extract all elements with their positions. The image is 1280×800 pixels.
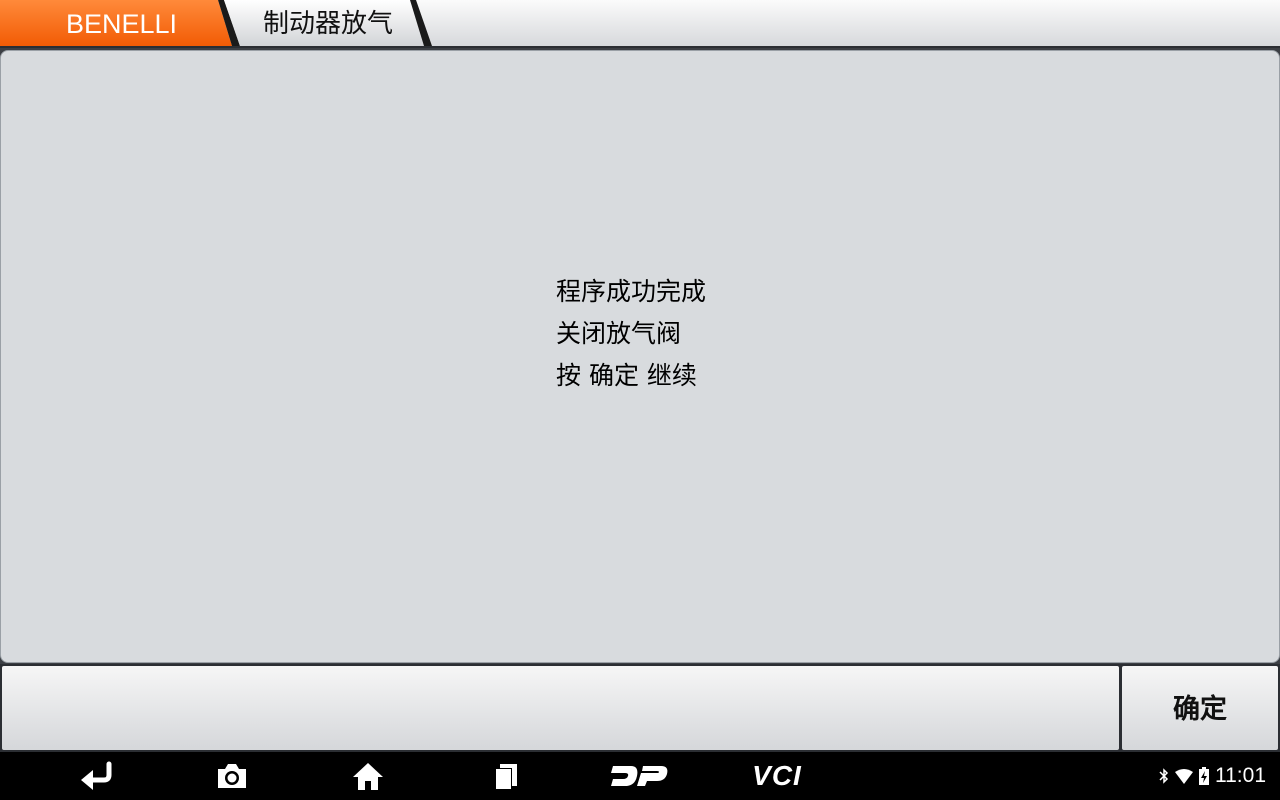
home-icon[interactable] — [348, 752, 388, 800]
message-panel: 程序成功完成 关闭放气阀 按 确定 继续 — [0, 50, 1280, 663]
bluetooth-icon — [1159, 768, 1169, 784]
system-nav-bar: VCI 11:01 — [0, 752, 1280, 800]
status-area: 11:01 — [1159, 752, 1266, 800]
top-bar: BENELLI 制动器放气 — [0, 0, 1280, 48]
clock: 11:01 — [1215, 764, 1266, 787]
recent-apps-icon[interactable] — [486, 752, 526, 800]
dp-logo-icon[interactable] — [608, 752, 672, 800]
breadcrumb-brand[interactable]: BENELLI — [66, 0, 177, 48]
message-line: 关闭放气阀 — [556, 319, 682, 348]
vci-label: VCI — [752, 760, 802, 791]
camera-icon[interactable] — [212, 752, 252, 800]
status-message: 程序成功完成 关闭放气阀 按 确定 继续 — [556, 271, 706, 397]
breadcrumb-page[interactable]: 制动器放气 — [263, 0, 393, 48]
message-line: 程序成功完成 — [556, 277, 707, 306]
back-icon[interactable] — [76, 752, 120, 800]
vci-icon[interactable]: VCI — [740, 752, 814, 800]
wifi-icon — [1175, 768, 1193, 784]
action-bar: 确定 — [0, 664, 1280, 752]
message-line: 按 确定 继续 — [556, 361, 697, 390]
battery-icon — [1199, 767, 1209, 785]
action-bar-empty — [2, 666, 1119, 750]
confirm-button[interactable]: 确定 — [1122, 666, 1278, 750]
